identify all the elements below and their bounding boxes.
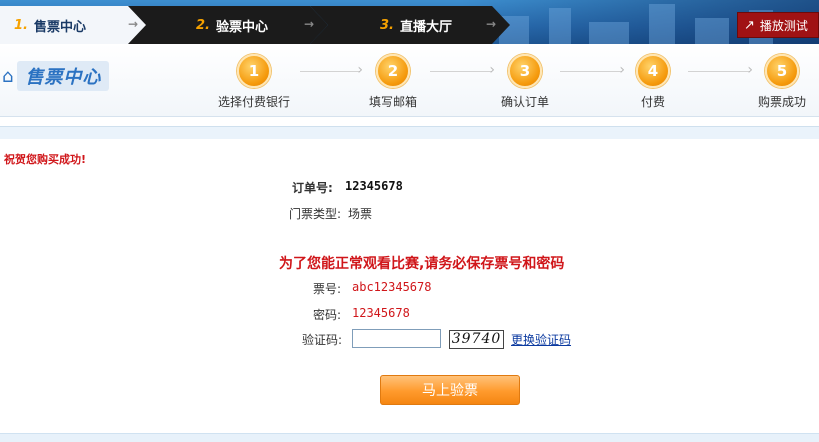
play-test-label: 播放测试	[759, 18, 808, 33]
ticket-type-label: 门票类型:	[289, 207, 342, 221]
tab-number: 3.	[380, 17, 394, 33]
step-2: 2 填写邮箱	[348, 54, 438, 110]
password-value: 12345678	[352, 306, 410, 320]
ticket-type-value: 场票	[348, 207, 373, 221]
arrow-right-icon: →	[304, 17, 315, 31]
play-test-button[interactable]: ↗ 播放测试	[737, 12, 819, 38]
verify-code-label: 验证码:	[302, 333, 343, 347]
tab-ticket-check[interactable]: 2. 验票中心 →	[128, 6, 328, 44]
section-divider	[0, 126, 819, 139]
tab-label: 售票中心	[33, 19, 86, 35]
order-number-value: 12345678	[345, 179, 403, 193]
arrow-right-icon: →	[486, 17, 497, 31]
step-number: 4	[636, 54, 670, 88]
step-1: 1 选择付费银行	[209, 54, 299, 110]
verify-ticket-button[interactable]: 马上验票	[380, 375, 520, 405]
step-4: 4 付费	[608, 54, 698, 110]
ticket-center-logo: ⌂ 售票中心	[2, 61, 110, 91]
step-number: 3	[508, 54, 542, 88]
step-label: 确认订单	[500, 95, 549, 109]
step-3: 3 确认订单	[480, 54, 570, 110]
step-5: 5 购票成功	[737, 54, 819, 110]
tab-label: 验票中心	[215, 19, 268, 35]
step-number: 5	[765, 54, 799, 88]
tab-number: 1.	[14, 17, 28, 33]
step-label: 选择付费银行	[217, 95, 290, 109]
save-notice: 为了您能正常观看比赛,请务必保存票号和密码	[279, 256, 565, 272]
tab-ticket-center[interactable]: 1. 售票中心 →	[0, 6, 148, 44]
step-header: ⌂ 售票中心 1 选择付费银行 2 填写邮箱 3 确认订单 4 付费 5 购票成…	[0, 44, 819, 117]
tab-label: 直播大厅	[399, 19, 452, 35]
change-captcha-link[interactable]: 更换验证码	[511, 331, 571, 348]
logo-text: 售票中心	[17, 61, 110, 91]
step-label: 填写邮箱	[368, 95, 417, 109]
tab-live-hall[interactable]: 3. 直播大厅 →	[310, 6, 510, 44]
ticket-number-label: 票号:	[313, 282, 342, 296]
step-number: 1	[237, 54, 271, 88]
success-message: 祝贺您购买成功!	[4, 153, 87, 166]
captcha-image: 39740	[449, 330, 504, 349]
order-number-label: 订单号:	[292, 181, 333, 195]
step-label: 购票成功	[757, 95, 806, 109]
verify-code-input[interactable]	[352, 329, 441, 348]
ticket-number-value: abc12345678	[352, 280, 432, 294]
tab-number: 2.	[196, 17, 210, 33]
password-label: 密码:	[313, 308, 342, 322]
arrow-right-icon: →	[128, 17, 139, 31]
step-number: 2	[376, 54, 410, 88]
step-label: 付费	[640, 95, 665, 109]
home-icon: ⌂	[2, 65, 14, 87]
external-arrow-icon: ↗	[744, 17, 755, 33]
